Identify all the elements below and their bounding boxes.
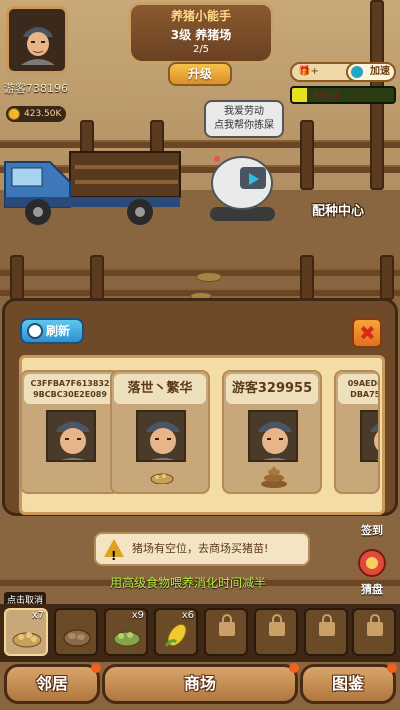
inventory-slot[interactable] — [54, 608, 98, 656]
collection-button[interactable]: 图鉴 — [300, 663, 397, 704]
neighbor-name-line: 09AED68 — [347, 379, 378, 388]
neighbor-avatar — [248, 410, 298, 462]
neighbor-name: 09AED68 DBA758 — [338, 374, 380, 404]
neighbor-avatar — [360, 410, 378, 462]
play-video-icon — [351, 66, 363, 78]
neighbor-card[interactable]: C3FFBA7F613832 9BCBC30E2E089 — [20, 370, 120, 494]
farmer-avatar-icon — [258, 421, 292, 460]
close-icon: ✖ — [359, 321, 376, 345]
greens-icon — [113, 631, 141, 647]
corn-icon — [164, 623, 187, 647]
slot-count: x9 — [131, 610, 144, 621]
speed-up-button[interactable]: 加速 — [346, 62, 396, 82]
shop-button[interactable]: 商场 — [102, 663, 299, 704]
lucky-wheel-label: 猜盘 — [361, 583, 383, 596]
shop-label: 商场 — [183, 674, 216, 693]
refresh-label: 刷新 — [46, 324, 71, 338]
coin-icon — [8, 108, 20, 120]
collection-label: 图鉴 — [331, 674, 364, 693]
lucky-wheel-icon — [358, 549, 386, 577]
farm-title-plaque: 养猪小能手 3级 养猪场 2/5 — [128, 2, 274, 64]
feeding-tip: 用高级食物喂养消化时间减半 — [110, 576, 267, 590]
inventory-slot[interactable]: x6 — [154, 608, 198, 656]
fence-post — [10, 255, 24, 300]
neighbor-name: 游客329955 — [226, 374, 318, 404]
notice-banner[interactable]: 猪场有空位，去商场买猪苗! — [94, 532, 310, 571]
neighbor-name-line: 9BCBC30E2E089 — [33, 390, 107, 399]
lock-icon — [219, 614, 235, 636]
inventory-slot-locked[interactable] — [204, 608, 248, 656]
fence-post — [380, 255, 394, 300]
breeding-center-label[interactable]: 配种中心 — [312, 200, 364, 219]
fence-post — [90, 255, 104, 300]
top-right-panel: 🎁+ 加速 配种中 00:00:55 — [290, 62, 396, 104]
notice-text: 猪场有空位，去商场买猪苗! — [132, 542, 269, 555]
lock-icon — [367, 614, 383, 636]
farm-level: 3级 养猪场 — [170, 28, 232, 42]
warning-icon — [104, 539, 124, 571]
feed-pile-icon[interactable] — [150, 470, 174, 484]
sign-in-label: 签到 — [361, 524, 383, 537]
cleaning-robot-icon[interactable] — [205, 145, 280, 225]
neighbor-avatar — [136, 410, 186, 462]
player-avatar[interactable] — [6, 6, 68, 74]
notification-dot — [289, 663, 299, 673]
speed-up-label: 加速 — [370, 66, 390, 77]
upgrade-button[interactable]: 升级 — [168, 62, 232, 86]
neighbors-button[interactable]: 邻居 — [4, 663, 101, 704]
neighbor-card[interactable]: 落世丶繁华 — [110, 370, 210, 494]
farmer-avatar-icon — [56, 421, 90, 460]
poop-icon[interactable] — [196, 272, 222, 282]
timer-label: 配种中 — [314, 92, 342, 102]
player-id: 游客738196 — [4, 82, 68, 95]
notification-dot — [387, 663, 397, 673]
inventory-slot[interactable]: x9 — [104, 608, 148, 656]
timer-progress-fill — [292, 88, 308, 102]
timer-value: 00:00:55 — [343, 89, 388, 99]
inventory-slot[interactable]: x7 — [4, 608, 48, 656]
farmer-avatar-icon — [146, 421, 180, 460]
refresh-video-icon — [27, 323, 43, 339]
neighbor-name: 落世丶繁华 — [114, 374, 206, 404]
coin-amount: 423.50K — [24, 109, 62, 119]
slot-count: x6 — [181, 610, 194, 621]
refresh-button[interactable]: 刷新 — [20, 318, 84, 344]
neighbor-card[interactable]: 09AED68 DBA758 — [334, 370, 380, 494]
fence-post — [300, 255, 314, 300]
lucky-wheel-button[interactable]: 猜盘 — [350, 548, 394, 597]
slot-count: x7 — [31, 610, 44, 621]
neighbor-avatar — [46, 410, 96, 462]
neighbors-label: 邻居 — [35, 674, 68, 693]
inventory-slot-locked[interactable] — [304, 608, 348, 656]
neighbor-name-line: DBA758 — [350, 390, 380, 399]
inventory-slot-locked[interactable] — [254, 608, 298, 656]
neighbor-name: C3FFBA7F613832 9BCBC30E2E089 — [24, 374, 116, 404]
lock-icon — [269, 614, 285, 636]
feed-bag-icon — [12, 632, 42, 648]
notification-dot — [91, 663, 101, 673]
nuts-icon — [63, 629, 91, 647]
inventory-slot-locked[interactable] — [352, 608, 396, 656]
breeding-timer: 配种中 00:00:55 — [290, 86, 396, 104]
close-button[interactable]: ✖ — [352, 318, 382, 348]
lock-icon — [319, 614, 335, 636]
sign-in-button[interactable]: 签到 — [350, 522, 394, 538]
truck-icon — [4, 151, 181, 225]
speech-line-2: 点我帮你拣屎 — [214, 120, 274, 131]
neighbor-card[interactable]: 游客329955 — [222, 370, 322, 494]
poop-icon[interactable] — [260, 464, 288, 488]
fence-post — [300, 120, 314, 190]
farmer-avatar-icon — [17, 19, 59, 65]
farmer-avatar-icon — [370, 423, 378, 460]
farm-title: 养猪小能手 — [170, 9, 231, 23]
farm-progress: 2/5 — [192, 44, 210, 55]
reward-label: + — [310, 66, 319, 77]
gift-icon: 🎁 — [298, 66, 311, 77]
robot-speech-bubble[interactable]: 我爱劳动 点我帮你拣屎 — [204, 100, 284, 138]
speech-line-1: 我爱劳动 — [224, 106, 264, 117]
neighbor-name-line: C3FFBA7F613832 — [30, 379, 110, 388]
coin-balance: 423.50K — [6, 106, 66, 122]
